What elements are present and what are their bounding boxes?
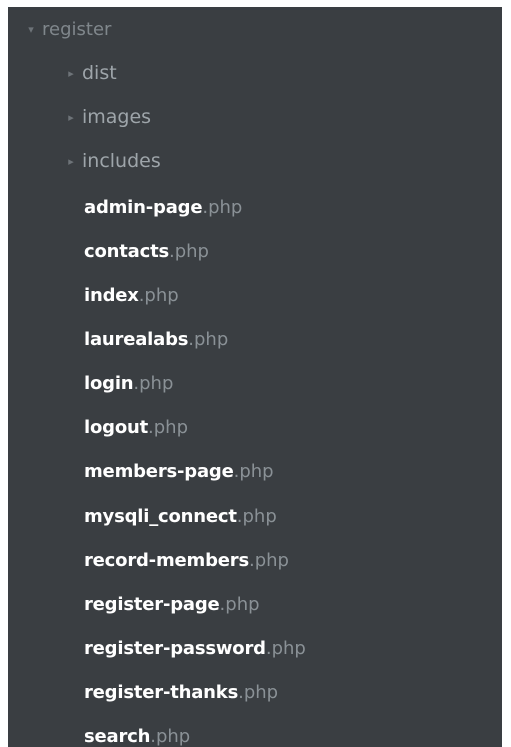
file-name: login xyxy=(84,372,134,394)
file-extension: .php xyxy=(265,637,306,659)
file-name: index xyxy=(84,284,139,306)
file-name: logout xyxy=(84,416,149,438)
tree-file-register-thanks[interactable]: register-thanks .php xyxy=(8,672,502,712)
file-name: mysqli_connect xyxy=(84,505,237,527)
file-extension: .php xyxy=(236,505,277,527)
file-extension: .php xyxy=(248,549,289,571)
chevron-right-icon[interactable]: ▸ xyxy=(64,111,78,124)
tree-folder-images[interactable]: ▸ images xyxy=(8,97,502,137)
chevron-down-icon[interactable]: ▾ xyxy=(24,23,38,36)
file-extension: .php xyxy=(138,284,179,306)
tree-file-login[interactable]: login .php xyxy=(8,363,502,403)
file-name: record-members xyxy=(84,549,249,571)
tree-file-register-page[interactable]: register-page .php xyxy=(8,584,502,624)
tree-file-record-members[interactable]: record-members .php xyxy=(8,540,502,580)
file-name: members-page xyxy=(84,460,234,482)
file-extension: .php xyxy=(219,593,260,615)
file-extension: .php xyxy=(238,681,279,703)
tree-file-laurealabs[interactable]: laurealabs .php xyxy=(8,319,502,359)
file-extension: .php xyxy=(148,416,188,438)
file-name: laurealabs xyxy=(84,328,189,350)
file-name: contacts xyxy=(84,240,169,262)
tree-folder-includes[interactable]: ▸ includes xyxy=(8,141,502,181)
folder-label: dist xyxy=(82,62,117,84)
folder-label: register xyxy=(42,18,112,40)
tree-file-admin-page[interactable]: admin-page .php xyxy=(8,187,502,227)
file-name: search xyxy=(84,725,151,747)
file-tree-panel: ▾ register ▸ dist ▸ images ▸ includes ad… xyxy=(8,7,502,747)
tree-file-index[interactable]: index .php xyxy=(8,275,502,315)
tree-file-register-password[interactable]: register-password .php xyxy=(8,628,502,668)
tree-folder-dist[interactable]: ▸ dist xyxy=(8,53,502,93)
tree-folder-register[interactable]: ▾ register xyxy=(8,9,502,49)
file-name: register-page xyxy=(84,593,220,615)
file-extension: .php xyxy=(233,460,274,482)
tree-file-contacts[interactable]: contacts .php xyxy=(8,231,502,271)
tree-file-logout[interactable]: logout .php xyxy=(8,407,502,447)
file-extension: .php xyxy=(202,196,243,218)
chevron-right-icon[interactable]: ▸ xyxy=(64,155,78,168)
file-extension: .php xyxy=(150,725,191,747)
file-name: register-thanks xyxy=(84,681,239,703)
tree-file-mysqli-connect[interactable]: mysqli_connect .php xyxy=(8,496,502,536)
tree-file-search[interactable]: search .php xyxy=(8,716,502,747)
file-name: admin-page xyxy=(84,196,203,218)
file-extension: .php xyxy=(188,328,229,350)
tree-file-members-page[interactable]: members-page .php xyxy=(8,451,502,491)
chevron-right-icon[interactable]: ▸ xyxy=(64,67,78,80)
file-extension: .php xyxy=(169,240,209,262)
folder-label: includes xyxy=(82,150,161,172)
folder-label: images xyxy=(82,106,152,128)
file-extension: .php xyxy=(133,372,174,394)
file-name: register-password xyxy=(84,637,266,659)
